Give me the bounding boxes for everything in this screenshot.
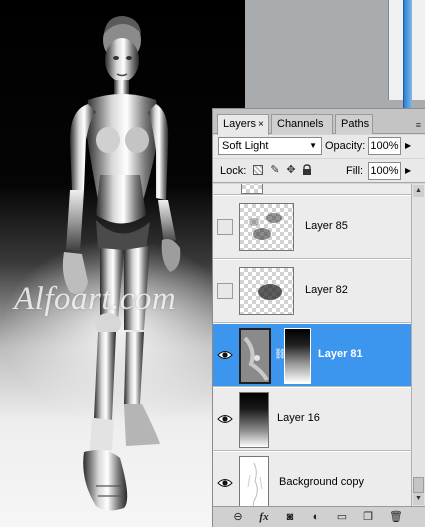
opacity-dropdown-icon[interactable]: ▶ — [405, 141, 411, 150]
blend-options-row: Soft Light ▼ Opacity: 100% ▶ — [213, 135, 425, 158]
tab-paths[interactable]: Paths — [335, 114, 373, 134]
layer-mask-thumbnail[interactable] — [284, 328, 311, 384]
new-group-icon[interactable]: ▭ — [335, 511, 349, 524]
tab-channels-label: Channels — [277, 118, 324, 130]
panel-menu-icon[interactable]: ≡ — [416, 120, 421, 130]
eye-icon — [217, 479, 233, 487]
link-icon[interactable]: ⊖ — [231, 511, 245, 524]
fill-field[interactable]: 100% — [368, 162, 401, 180]
opacity-label: Opacity: — [325, 140, 366, 152]
tab-paths-label: Paths — [341, 118, 370, 130]
fill-dropdown-icon[interactable]: ▶ — [405, 166, 411, 175]
fx-icon[interactable]: fx — [257, 511, 271, 524]
layer-row-82[interactable]: Layer 82 — [213, 260, 411, 323]
window-scroll-strip — [403, 0, 412, 108]
layer-thumbnail — [239, 456, 269, 506]
layer-row-81[interactable]: ⛓ Layer 81 — [213, 324, 411, 387]
add-mask-icon[interactable]: ◙ — [283, 511, 297, 524]
lock-row: Lock: ✎ ✥ Fill: 100% ▶ — [213, 159, 425, 183]
eye-icon — [217, 415, 233, 423]
lock-position-icon[interactable]: ✥ — [285, 164, 297, 176]
tab-layers[interactable]: Layers × — [217, 114, 269, 135]
visibility-toggle[interactable] — [217, 219, 233, 235]
layer-row-partial[interactable] — [213, 184, 411, 195]
visibility-toggle[interactable] — [217, 411, 233, 427]
layer-name[interactable]: Layer 85 — [305, 220, 348, 232]
layers-bottom-toolbar: ⊖ fx ◙ ◐ ▭ ❐ 🗑 — [213, 506, 425, 527]
layers-panel: Layers × Channels Paths ≡ Soft Light ▼ Op… — [212, 108, 425, 527]
layer-name[interactable]: Layer 16 — [277, 412, 320, 424]
layer-thumbnail — [241, 184, 263, 194]
visibility-toggle[interactable] — [217, 283, 233, 299]
lock-transparent-icon[interactable] — [253, 165, 263, 175]
layer-name[interactable]: Layer 81 — [318, 348, 363, 360]
layer-row-16[interactable]: Layer 16 — [213, 388, 411, 451]
watermark-text: Alfoart.com — [14, 281, 177, 317]
layer-list[interactable]: Layer 85 Layer 82 ⛓ Layer 81 Layer 16 Ba… — [213, 184, 411, 506]
layer-name[interactable]: Background copy — [279, 476, 364, 488]
trash-icon[interactable]: 🗑 — [389, 511, 403, 524]
layer-row-85[interactable]: Layer 85 — [213, 196, 411, 259]
tab-layers-label: Layers — [223, 118, 257, 130]
layer-name[interactable]: Layer 82 — [305, 284, 348, 296]
visibility-toggle[interactable] — [217, 475, 233, 491]
robot-figure — [62, 16, 181, 511]
layer-thumbnail — [239, 267, 294, 315]
scroll-thumb[interactable] — [413, 477, 424, 493]
adjustment-icon[interactable]: ◐ — [309, 511, 323, 524]
eye-icon — [217, 351, 233, 359]
scroll-up-icon[interactable]: ▲ — [413, 185, 424, 197]
new-layer-icon[interactable]: ❐ — [361, 511, 375, 524]
chevron-down-icon: ▼ — [309, 141, 317, 150]
scroll-down-icon[interactable]: ▼ — [413, 493, 424, 505]
lock-label: Lock: — [220, 165, 247, 177]
tab-channels[interactable]: Channels — [271, 114, 333, 134]
panel-tab-bar: Layers × Channels Paths ≡ — [213, 109, 425, 135]
close-icon[interactable]: × — [258, 119, 264, 130]
layer-thumbnail — [239, 392, 269, 448]
lock-all-icon[interactable] — [301, 164, 313, 176]
opacity-field[interactable]: 100% — [368, 137, 401, 155]
layer-thumbnail — [239, 328, 271, 384]
layer-thumbnail — [239, 203, 294, 251]
visibility-toggle[interactable] — [217, 347, 233, 363]
document-canvas[interactable]: Alfoart.com — [0, 0, 245, 527]
layer-row-background-copy[interactable]: Background copy — [213, 452, 411, 506]
layer-list-scrollbar[interactable]: ▲ ▼ — [411, 184, 425, 506]
lock-image-icon[interactable]: ✎ — [269, 164, 281, 176]
blend-mode-value: Soft Light — [222, 140, 269, 152]
fill-label: Fill: — [346, 165, 364, 177]
blend-mode-select[interactable]: Soft Light ▼ — [218, 137, 322, 155]
